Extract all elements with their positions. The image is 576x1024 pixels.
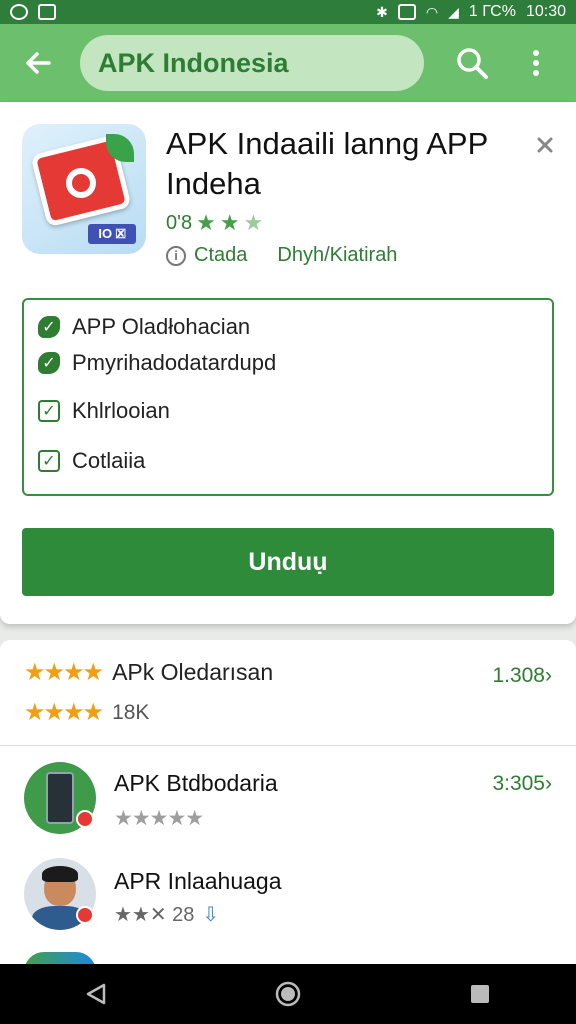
checklist-label: Cotlaiia <box>72 448 146 473</box>
checklist-item[interactable]: ✓ Khlrlooian <box>38 398 170 424</box>
photo-icon <box>38 4 56 20</box>
app-meta: i Ctada Dhyh/Kiatirah <box>166 244 397 267</box>
back-arrow-icon <box>26 52 51 74</box>
list-item-subtitle: ★★✕ 28 <box>114 904 195 926</box>
app-icon[interactable]: IO 🗷 <box>22 124 146 254</box>
close-icon <box>537 137 553 153</box>
clock: 10:30 <box>525 3 566 20</box>
download-icon: ⇩ <box>202 904 220 926</box>
home-circle-icon <box>275 981 301 1007</box>
phone-icon <box>46 772 74 824</box>
alarm-icon <box>10 4 28 20</box>
back-button[interactable] <box>10 35 66 91</box>
info-icon: i <box>166 245 186 266</box>
related-apps-card: ★★★★ APk Oledarısan 1.308› ★★★★ 18K APK … <box>0 640 576 972</box>
magnifier-icon <box>66 168 96 198</box>
list-item-rating: ★★★★★ <box>114 806 204 831</box>
app-bar: APK Indonesia <box>0 24 576 102</box>
rating-stars-icon: ★★★★ <box>24 699 104 726</box>
status-bar: ✱ ◠ ◢ 1 ГС% 10:30 <box>0 0 576 24</box>
checkbox-icon: ✓ <box>38 400 60 422</box>
badge-icon <box>76 906 94 924</box>
battery-text: 1 ГС% <box>468 3 516 20</box>
app-rating: 0'8 ★ ★ ★ <box>166 210 263 236</box>
search-query: APK Indonesia <box>98 47 289 78</box>
bluetooth-icon: ✱ <box>376 4 388 20</box>
app-title: APK Indaaili lanng APP Indeha <box>166 126 488 201</box>
rating-stars-icon: ★★★★★ <box>114 807 204 830</box>
more-options-button[interactable] <box>508 35 564 91</box>
checklist-label: APP Oladłohacian <box>72 314 251 339</box>
rating-value: 0'8 <box>166 211 193 234</box>
rating-summary-title-line: ★★★★ APk Oledarısan <box>24 658 273 687</box>
more-vert-icon <box>533 50 539 76</box>
star-icon: ★ <box>196 210 216 235</box>
rating-summary-title: APk Oledarısan <box>112 659 274 685</box>
check-icon: ✓ <box>38 316 60 338</box>
checklist-item[interactable]: ✓ Cotlaiia <box>38 448 145 474</box>
chevron-right-icon: › <box>545 664 552 687</box>
list-item-rating: ★★✕ 28 ⇩ <box>114 902 219 927</box>
nav-back-button[interactable] <box>66 964 126 1024</box>
list-item[interactable]: APR Inlaahuaga ★★✕ 28 ⇩ <box>0 850 576 960</box>
app-icon-tag: IO 🗷 <box>88 224 136 244</box>
chevron-right-icon: › <box>545 772 552 795</box>
system-nav-bar <box>0 964 576 1024</box>
signal-icon: ◢ <box>448 4 459 20</box>
nav-home-button[interactable] <box>258 964 318 1024</box>
close-button[interactable] <box>528 128 562 162</box>
app-detail-card: IO 🗷 APK Indaaili lanng APP Indeha 0'8 ★… <box>0 102 576 624</box>
list-item-title: APR Inlaahuaga <box>114 868 282 894</box>
badge-icon <box>76 810 94 828</box>
status-left <box>10 4 56 20</box>
wifi-icon: ◠ <box>425 4 439 20</box>
checkbox-icon: ✓ <box>38 450 60 472</box>
list-item[interactable]: APK Btdbodaria 3:305› ★★★★★ <box>0 752 576 862</box>
back-triangle-icon <box>86 983 106 1005</box>
checklist-item[interactable]: ✓ APP Oladłohacian <box>38 314 250 340</box>
status-right: ✱ ◠ ◢ 1 ГС% 10:30 <box>376 3 566 21</box>
rating-count: 18K <box>112 700 150 724</box>
search-field[interactable]: APK Indonesia <box>80 35 424 91</box>
rating-stars-icon: ★★★★ <box>24 659 104 686</box>
nav-recents-button[interactable] <box>450 964 510 1024</box>
meta-left: Ctada <box>194 244 248 266</box>
meta-right: Dhyh/Kiatirah <box>277 244 398 266</box>
checklist-item[interactable]: ✓ Pmyrihadodatardupd <box>38 350 276 376</box>
search-icon <box>457 48 488 79</box>
star-icon: ★ <box>219 210 240 235</box>
rating-summary-row[interactable]: ★★★★ APk Oledarısan 1.308› ★★★★ 18K <box>0 640 576 746</box>
checklist-label: Pmyrihadodatardupd <box>72 350 277 375</box>
checklist-label: Khlrlooian <box>72 398 170 423</box>
check-icon: ✓ <box>38 352 60 374</box>
list-item-value[interactable]: 3:305› <box>492 772 552 796</box>
search-button[interactable] <box>444 35 500 91</box>
list-item-title: APK Btdbodaria <box>114 770 278 796</box>
star-icon: ★ <box>243 210 264 235</box>
rating-summary-value[interactable]: 1.308› <box>492 664 552 688</box>
rating-count-line: ★★★★ 18K <box>24 698 149 727</box>
nfc-icon <box>397 4 416 20</box>
feature-checklist: ✓ APP Oladłohacian ✓ Pmyrihadodatardupd … <box>22 298 554 496</box>
download-button[interactable]: Unduụ <box>22 528 554 596</box>
recents-square-icon <box>471 985 489 1003</box>
